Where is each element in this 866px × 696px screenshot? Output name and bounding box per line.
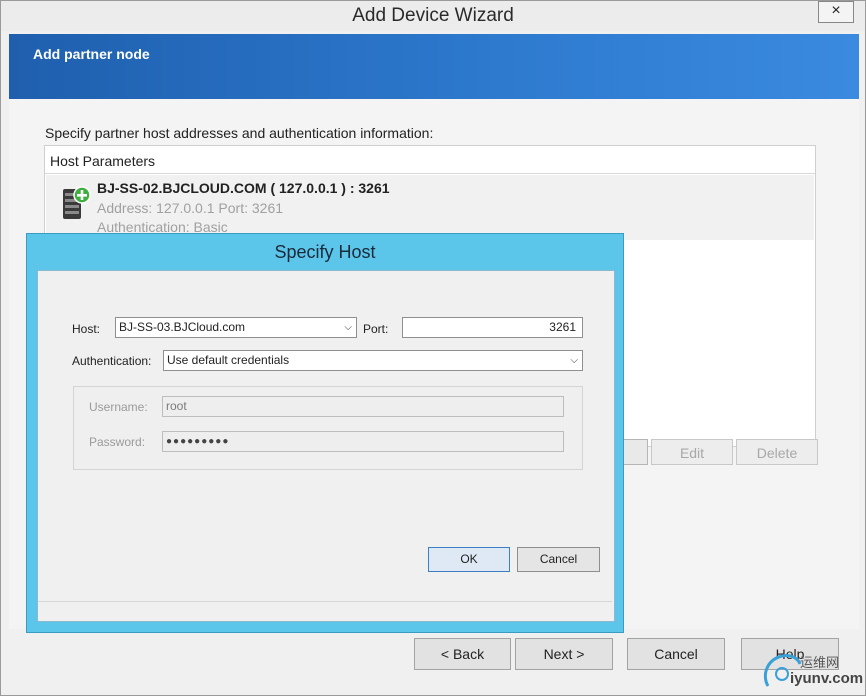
- cancel-button[interactable]: Cancel: [627, 638, 725, 670]
- password-input[interactable]: ●●●●●●●●●: [162, 431, 564, 452]
- chevron-down-icon: ⌵: [570, 355, 578, 366]
- dialog-cancel-button[interactable]: Cancel: [517, 547, 600, 572]
- specify-host-dialog: Specify Host Host: BJ-SS-03.BJCloud.com …: [26, 233, 624, 633]
- username-value: root: [166, 399, 187, 413]
- username-label: Username:: [89, 400, 148, 414]
- port-input[interactable]: 3261: [402, 317, 583, 338]
- password-value: ●●●●●●●●●: [166, 436, 230, 447]
- back-button[interactable]: < Back: [414, 638, 511, 670]
- server-add-icon: [60, 185, 92, 224]
- next-button[interactable]: Next >: [515, 638, 613, 670]
- authentication-label: Authentication:: [72, 354, 152, 368]
- banner-title: Add partner node: [33, 46, 150, 62]
- instruction-text: Specify partner host addresses and authe…: [45, 125, 434, 141]
- ok-button[interactable]: OK: [428, 547, 510, 572]
- dialog-title: Specify Host: [274, 242, 376, 262]
- port-label: Port:: [363, 322, 389, 336]
- wizard-titlebar: Add Device Wizard: [1, 1, 865, 31]
- dialog-separator: [38, 601, 612, 602]
- watermark-logo: 运维网 iyunv.com: [760, 648, 864, 692]
- wizard-banner: Add partner node: [9, 34, 859, 99]
- close-icon: ×: [831, 2, 841, 19]
- host-label: Host:: [72, 322, 101, 336]
- authentication-select[interactable]: Use default credentials ⌵: [163, 350, 583, 371]
- delete-host-button[interactable]: Delete: [736, 439, 818, 465]
- password-label: Password:: [89, 435, 146, 449]
- chevron-down-icon: ⌵: [344, 322, 352, 333]
- host-list-header: Host Parameters: [45, 146, 815, 174]
- watermark-text-domain: iyunv.com: [790, 670, 864, 687]
- wizard-title: Add Device Wizard: [352, 5, 514, 26]
- authentication-value: Use default credentials: [167, 353, 290, 367]
- watermark-text-cn: 运维网: [800, 655, 840, 670]
- port-value: 3261: [549, 320, 576, 334]
- host-item-address: Address: 127.0.0.1 Port: 3261: [97, 200, 284, 216]
- host-item-name: BJ-SS-02.BJCLOUD.COM ( 127.0.0.1 ) : 326…: [97, 180, 390, 196]
- host-value: BJ-SS-03.BJCloud.com: [119, 320, 246, 334]
- host-combobox[interactable]: BJ-SS-03.BJCloud.com ⌵: [115, 317, 357, 338]
- host-list-item[interactable]: BJ-SS-02.BJCLOUD.COM ( 127.0.0.1 ) : 326…: [46, 175, 814, 240]
- close-button[interactable]: ×: [818, 1, 854, 23]
- username-input[interactable]: root: [162, 396, 564, 417]
- credentials-group: Username: root Password: ●●●●●●●●●: [73, 386, 583, 470]
- edit-host-button[interactable]: Edit: [651, 439, 733, 465]
- host-list-header-label: Host Parameters: [50, 153, 156, 169]
